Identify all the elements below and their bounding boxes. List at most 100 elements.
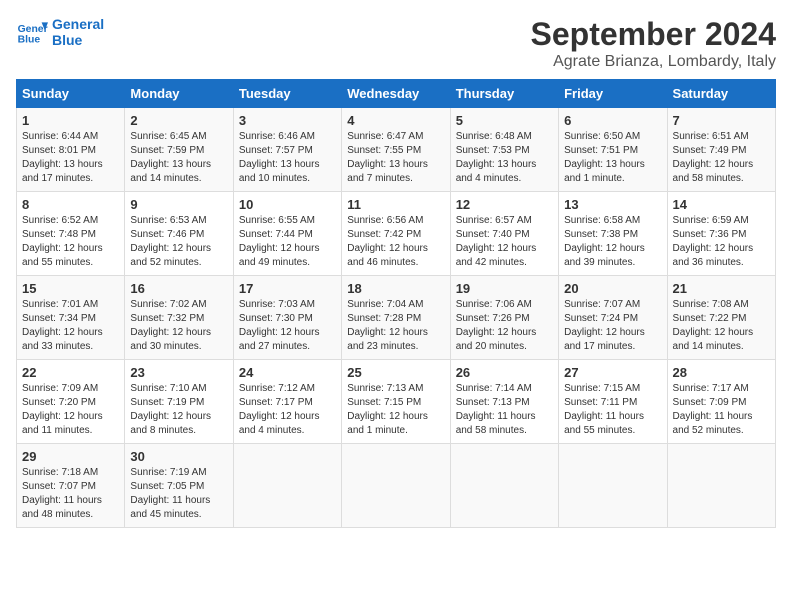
day-cell: 11 Sunrise: 6:56 AM Sunset: 7:42 PM Dayli… xyxy=(342,192,450,276)
day-number: 14 xyxy=(673,197,770,212)
day-number: 7 xyxy=(673,113,770,128)
day-cell: 29 Sunrise: 7:18 AM Sunset: 7:07 PM Dayli… xyxy=(17,444,125,528)
day-number: 1 xyxy=(22,113,119,128)
day-cell: 30 Sunrise: 7:19 AM Sunset: 7:05 PM Dayli… xyxy=(125,444,233,528)
svg-text:Blue: Blue xyxy=(18,34,41,45)
logo-blue: Blue xyxy=(52,32,104,48)
header-cell-wednesday: Wednesday xyxy=(342,80,450,108)
header-cell-sunday: Sunday xyxy=(17,80,125,108)
day-cell: 3 Sunrise: 6:46 AM Sunset: 7:57 PM Daylig… xyxy=(233,108,341,192)
day-info: Sunrise: 7:19 AM Sunset: 7:05 PM Dayligh… xyxy=(130,466,227,522)
day-number: 2 xyxy=(130,113,227,128)
day-number: 6 xyxy=(564,113,661,128)
day-cell: 4Sunrise: 6:47 AM Sunset: 7:55 PM Daylig… xyxy=(342,108,450,192)
day-cell: 27 Sunrise: 7:15 AM Sunset: 7:11 PM Dayli… xyxy=(559,360,667,444)
day-info: Sunrise: 7:13 AM Sunset: 7:15 PM Dayligh… xyxy=(347,382,444,438)
day-cell xyxy=(559,444,667,528)
day-info: Sunrise: 6:58 AM Sunset: 7:38 PM Dayligh… xyxy=(564,214,661,270)
header-cell-thursday: Thursday xyxy=(450,80,558,108)
day-cell: 13 Sunrise: 6:58 AM Sunset: 7:38 PM Dayli… xyxy=(559,192,667,276)
header-cell-friday: Friday xyxy=(559,80,667,108)
day-cell: 7 Sunrise: 6:51 AM Sunset: 7:49 PM Daylig… xyxy=(667,108,775,192)
day-info: Sunrise: 6:57 AM Sunset: 7:40 PM Dayligh… xyxy=(456,214,553,270)
day-info: Sunrise: 7:18 AM Sunset: 7:07 PM Dayligh… xyxy=(22,466,119,522)
day-cell: 20 Sunrise: 7:07 AM Sunset: 7:24 PM Dayli… xyxy=(559,276,667,360)
day-cell: 21Sunrise: 7:08 AM Sunset: 7:22 PM Dayli… xyxy=(667,276,775,360)
day-cell: 17 Sunrise: 7:03 AM Sunset: 7:30 PM Dayli… xyxy=(233,276,341,360)
day-cell: 26 Sunrise: 7:14 AM Sunset: 7:13 PM Dayli… xyxy=(450,360,558,444)
page-header: General Blue General Blue September 2024… xyxy=(16,16,776,71)
header-cell-saturday: Saturday xyxy=(667,80,775,108)
day-number: 15 xyxy=(22,281,119,296)
day-number: 24 xyxy=(239,365,336,380)
day-cell: 24 Sunrise: 7:12 AM Sunset: 7:17 PM Dayli… xyxy=(233,360,341,444)
day-cell: 15Sunrise: 7:01 AM Sunset: 7:34 PM Dayli… xyxy=(17,276,125,360)
header-cell-monday: Monday xyxy=(125,80,233,108)
day-number: 13 xyxy=(564,197,661,212)
day-info: Sunrise: 7:15 AM Sunset: 7:11 PM Dayligh… xyxy=(564,382,661,438)
calendar-header: SundayMondayTuesdayWednesdayThursdayFrid… xyxy=(17,80,776,108)
day-number: 19 xyxy=(456,281,553,296)
day-number: 11 xyxy=(347,197,444,212)
day-number: 12 xyxy=(456,197,553,212)
day-number: 8 xyxy=(22,197,119,212)
logo-general: General xyxy=(52,16,104,32)
day-cell: 25Sunrise: 7:13 AM Sunset: 7:15 PM Dayli… xyxy=(342,360,450,444)
day-info: Sunrise: 6:51 AM Sunset: 7:49 PM Dayligh… xyxy=(673,130,770,186)
week-row-5: 29 Sunrise: 7:18 AM Sunset: 7:07 PM Dayli… xyxy=(17,444,776,528)
day-info: Sunrise: 6:45 AM Sunset: 7:59 PM Dayligh… xyxy=(130,130,227,186)
day-number: 27 xyxy=(564,365,661,380)
day-cell xyxy=(450,444,558,528)
day-info: Sunrise: 7:07 AM Sunset: 7:24 PM Dayligh… xyxy=(564,298,661,354)
day-cell: 22 Sunrise: 7:09 AM Sunset: 7:20 PM Dayli… xyxy=(17,360,125,444)
day-number: 10 xyxy=(239,197,336,212)
day-number: 21 xyxy=(673,281,770,296)
calendar-body: 1 Sunrise: 6:44 AM Sunset: 8:01 PM Daylig… xyxy=(17,108,776,528)
day-cell: 1 Sunrise: 6:44 AM Sunset: 8:01 PM Daylig… xyxy=(17,108,125,192)
day-number: 20 xyxy=(564,281,661,296)
day-info: Sunrise: 7:02 AM Sunset: 7:32 PM Dayligh… xyxy=(130,298,227,354)
calendar-subtitle: Agrate Brianza, Lombardy, Italy xyxy=(531,53,776,71)
day-number: 16 xyxy=(130,281,227,296)
day-cell: 14Sunrise: 6:59 AM Sunset: 7:36 PM Dayli… xyxy=(667,192,775,276)
day-info: Sunrise: 6:44 AM Sunset: 8:01 PM Dayligh… xyxy=(22,130,119,186)
day-info: Sunrise: 7:03 AM Sunset: 7:30 PM Dayligh… xyxy=(239,298,336,354)
day-info: Sunrise: 6:56 AM Sunset: 7:42 PM Dayligh… xyxy=(347,214,444,270)
day-number: 22 xyxy=(22,365,119,380)
day-cell: 23Sunrise: 7:10 AM Sunset: 7:19 PM Dayli… xyxy=(125,360,233,444)
day-number: 17 xyxy=(239,281,336,296)
week-row-4: 22 Sunrise: 7:09 AM Sunset: 7:20 PM Dayli… xyxy=(17,360,776,444)
day-cell xyxy=(233,444,341,528)
header-row: SundayMondayTuesdayWednesdayThursdayFrid… xyxy=(17,80,776,108)
day-cell: 10Sunrise: 6:55 AM Sunset: 7:44 PM Dayli… xyxy=(233,192,341,276)
day-number: 3 xyxy=(239,113,336,128)
day-number: 4 xyxy=(347,113,444,128)
day-cell xyxy=(342,444,450,528)
day-cell: 2 Sunrise: 6:45 AM Sunset: 7:59 PM Daylig… xyxy=(125,108,233,192)
logo-icon: General Blue xyxy=(16,16,48,48)
header-cell-tuesday: Tuesday xyxy=(233,80,341,108)
day-info: Sunrise: 6:46 AM Sunset: 7:57 PM Dayligh… xyxy=(239,130,336,186)
day-cell: 16 Sunrise: 7:02 AM Sunset: 7:32 PM Dayli… xyxy=(125,276,233,360)
day-info: Sunrise: 7:04 AM Sunset: 7:28 PM Dayligh… xyxy=(347,298,444,354)
day-info: Sunrise: 7:09 AM Sunset: 7:20 PM Dayligh… xyxy=(22,382,119,438)
day-number: 29 xyxy=(22,449,119,464)
calendar-table: SundayMondayTuesdayWednesdayThursdayFrid… xyxy=(16,79,776,528)
day-cell: 6Sunrise: 6:50 AM Sunset: 7:51 PM Daylig… xyxy=(559,108,667,192)
day-info: Sunrise: 6:52 AM Sunset: 7:48 PM Dayligh… xyxy=(22,214,119,270)
day-number: 5 xyxy=(456,113,553,128)
day-cell: 9Sunrise: 6:53 AM Sunset: 7:46 PM Daylig… xyxy=(125,192,233,276)
day-number: 26 xyxy=(456,365,553,380)
day-info: Sunrise: 7:12 AM Sunset: 7:17 PM Dayligh… xyxy=(239,382,336,438)
calendar-title: September 2024 xyxy=(531,16,776,53)
day-cell: 18Sunrise: 7:04 AM Sunset: 7:28 PM Dayli… xyxy=(342,276,450,360)
day-number: 30 xyxy=(130,449,227,464)
day-cell: 8 Sunrise: 6:52 AM Sunset: 7:48 PM Daylig… xyxy=(17,192,125,276)
day-info: Sunrise: 7:17 AM Sunset: 7:09 PM Dayligh… xyxy=(673,382,770,438)
day-info: Sunrise: 7:14 AM Sunset: 7:13 PM Dayligh… xyxy=(456,382,553,438)
title-block: September 2024 Agrate Brianza, Lombardy,… xyxy=(531,16,776,71)
day-info: Sunrise: 6:48 AM Sunset: 7:53 PM Dayligh… xyxy=(456,130,553,186)
day-cell: 5 Sunrise: 6:48 AM Sunset: 7:53 PM Daylig… xyxy=(450,108,558,192)
week-row-2: 8 Sunrise: 6:52 AM Sunset: 7:48 PM Daylig… xyxy=(17,192,776,276)
day-cell: 12 Sunrise: 6:57 AM Sunset: 7:40 PM Dayli… xyxy=(450,192,558,276)
